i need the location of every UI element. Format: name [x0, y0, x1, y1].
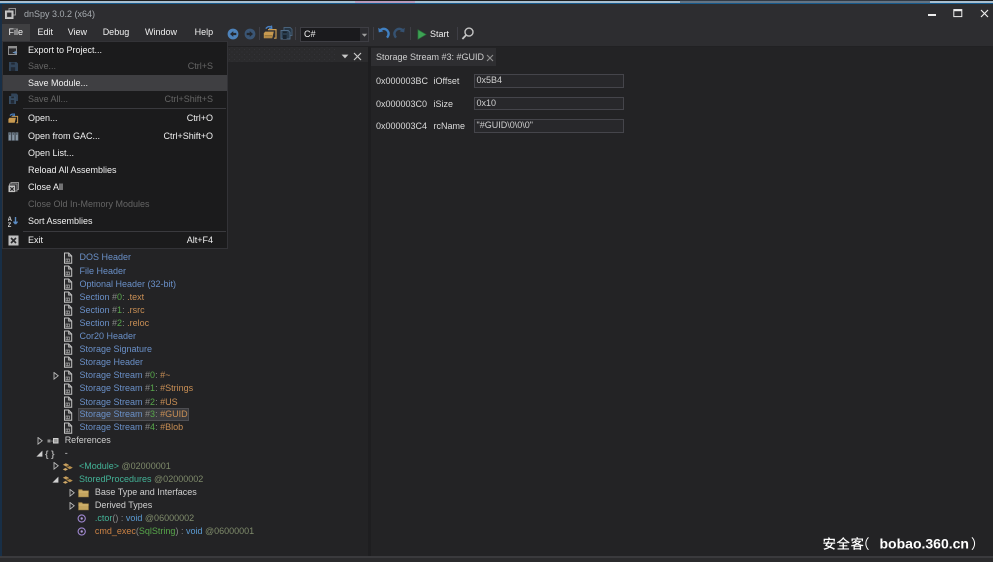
svg-text:Z: Z	[8, 222, 12, 227]
svg-text:bobao.360.cn: bobao.360.cn	[880, 536, 969, 552]
svg-text:{ }: { }	[45, 449, 55, 459]
